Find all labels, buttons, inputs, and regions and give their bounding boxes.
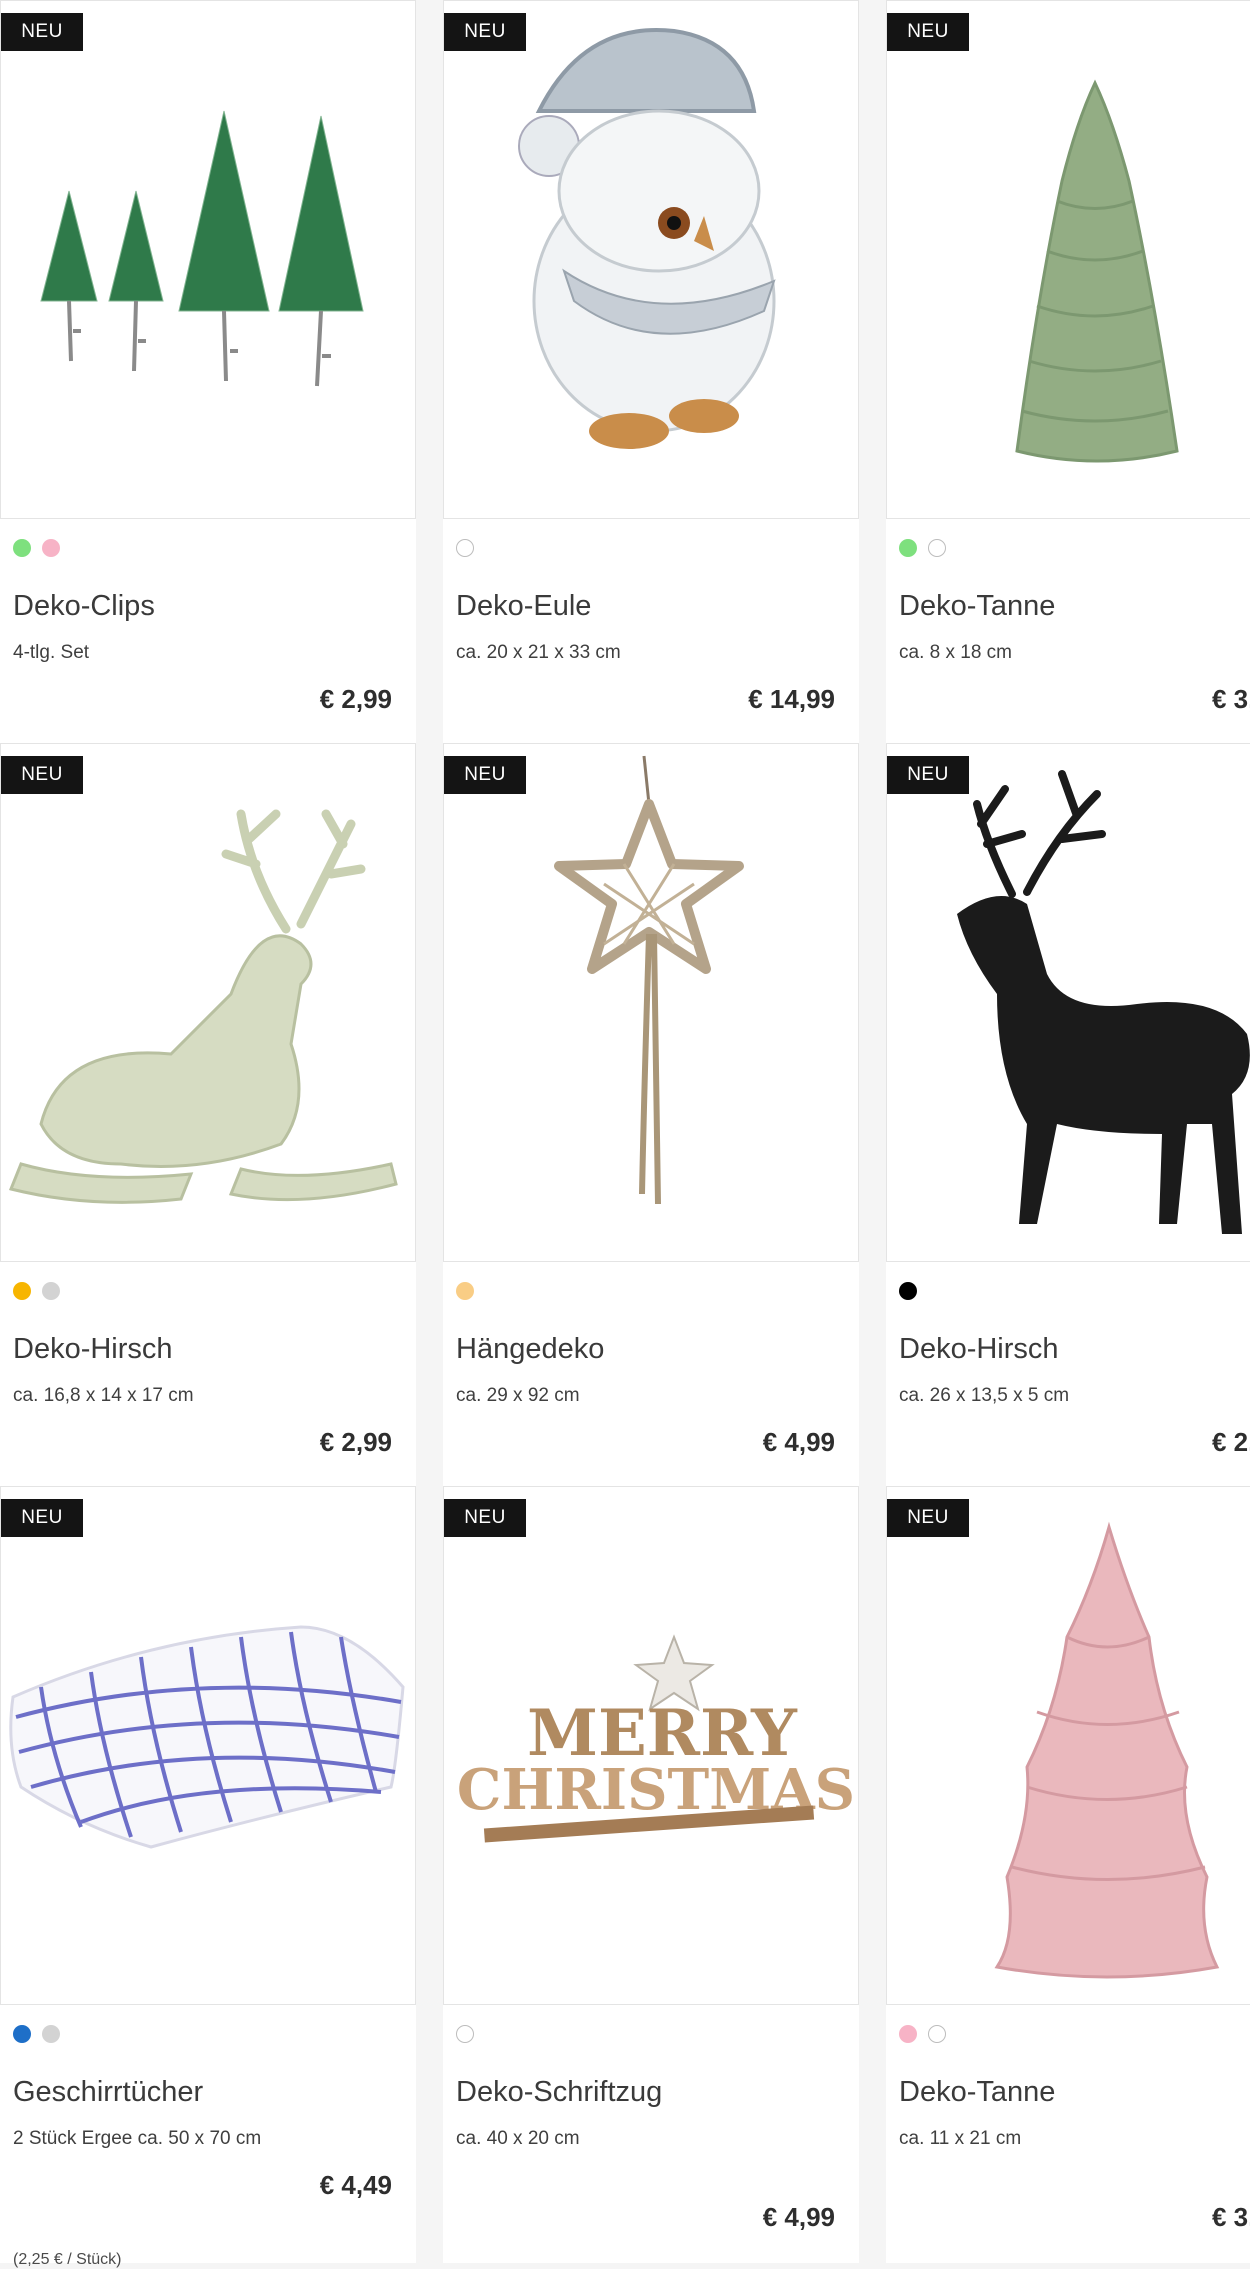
product-price: € 4,99 — [762, 1427, 835, 1457]
product-image[interactable]: NEU MERRY CHRISTMAS — [443, 1486, 859, 2005]
product-card[interactable]: NEU Hängedeko ca. 29 x 92 cm € 4,99 — [443, 743, 859, 1487]
product-card[interactable]: NEU Deko-Tanne ca. 11 x 21 cm € 3, — [886, 1486, 1250, 2263]
product-image[interactable]: NEU — [0, 0, 416, 519]
product-price: € 3, — [1212, 2202, 1250, 2232]
product-price: € 2,99 — [319, 1427, 392, 1457]
product-card[interactable]: NEU Deko-Tanne ca. 8 x 18 cm € 3, — [886, 0, 1250, 744]
product-image[interactable]: NEU — [0, 743, 416, 1262]
product-description: ca. 26 x 13,5 x 5 cm — [899, 1385, 1070, 1406]
product-image[interactable]: NEU — [0, 1486, 416, 2005]
product-name[interactable]: Deko-Tanne — [899, 2076, 1055, 2109]
swatch[interactable] — [899, 2025, 917, 2043]
new-badge: NEU — [444, 756, 526, 794]
product-description: ca. 16,8 x 14 x 17 cm — [13, 1385, 194, 1406]
product-description: 2 Stück Ergee ca. 50 x 70 cm — [13, 2128, 262, 2149]
swatch[interactable] — [13, 1282, 31, 1300]
product-description: ca. 20 x 21 x 33 cm — [456, 642, 621, 663]
new-badge: NEU — [1, 756, 83, 794]
product-card[interactable]: NEU Deko-Eule ca. 20 x 21 x 33 cm € 14,9… — [443, 0, 859, 744]
product-grid: NEU Deko-Clips 4-tlg. Set € 2,99 NEU Dek… — [0, 0, 1250, 2268]
swatch[interactable] — [42, 539, 60, 557]
swatch[interactable] — [456, 2025, 474, 2043]
unit-price: (2,25 € / Stück) — [13, 2251, 122, 2268]
checked-towels-icon — [9, 1625, 405, 1849]
product-card[interactable]: NEU Deko-Hirsch ca. 26 x 13,5 x 5 cm € 2… — [886, 743, 1250, 1487]
swatch[interactable] — [456, 1282, 474, 1300]
color-swatches — [13, 1282, 60, 1300]
new-badge: NEU — [887, 756, 969, 794]
swatch[interactable] — [42, 2025, 60, 2043]
color-swatches — [456, 539, 474, 557]
swatch[interactable] — [42, 1282, 60, 1300]
product-description: ca. 11 x 21 cm — [899, 2128, 1022, 2149]
product-card[interactable]: NEU Deko-Hirsch ca. 16,8 x 14 x 17 cm € … — [0, 743, 416, 1487]
product-image[interactable]: NEU — [443, 743, 859, 1262]
product-image[interactable]: NEU — [886, 743, 1250, 1262]
product-description: 4-tlg. Set — [13, 642, 90, 663]
product-name[interactable]: Hängedeko — [456, 1333, 604, 1366]
swatch[interactable] — [456, 539, 474, 557]
color-swatches — [899, 1282, 917, 1300]
swatch[interactable] — [899, 539, 917, 557]
product-description: ca. 29 x 92 cm — [456, 1385, 580, 1406]
merry-christmas-sign-icon: MERRY CHRISTMAS — [457, 1634, 855, 1843]
color-swatches — [13, 539, 60, 557]
swatch[interactable] — [13, 2025, 31, 2043]
swatch[interactable] — [13, 539, 31, 557]
product-name[interactable]: Deko-Tanne — [899, 590, 1055, 623]
product-name[interactable]: Deko-Hirsch — [13, 1333, 173, 1366]
product-image[interactable]: NEU — [443, 0, 859, 519]
color-swatches — [456, 1282, 474, 1300]
new-badge: NEU — [444, 1499, 526, 1537]
product-name[interactable]: Geschirrtücher — [13, 2076, 203, 2109]
black-deer-icon — [957, 770, 1250, 1234]
product-price: € 2,99 — [319, 684, 392, 714]
product-price: € 2, — [1212, 1427, 1250, 1457]
bottlebrush-trees-icon — [40, 110, 364, 387]
product-card[interactable]: NEU Deko-Clips 4-tlg. Set € 2,99 — [0, 0, 416, 744]
product-name[interactable]: Deko-Clips — [13, 590, 155, 623]
product-description: ca. 8 x 18 cm — [899, 642, 1012, 663]
product-name[interactable]: Deko-Eule — [456, 590, 591, 623]
new-badge: NEU — [1, 13, 83, 51]
new-badge: NEU — [444, 13, 526, 51]
product-price: € 4,49 — [319, 2170, 392, 2200]
product-card[interactable]: NEU MERRY CHRISTMAS Deko-Schriftzug ca. … — [443, 1486, 859, 2263]
ceramic-tree-green-icon — [1015, 79, 1179, 463]
product-name[interactable]: Deko-Hirsch — [899, 1333, 1059, 1366]
new-badge: NEU — [887, 1499, 969, 1537]
swatch[interactable] — [899, 1282, 917, 1300]
product-image[interactable]: NEU — [886, 1486, 1250, 2005]
swatch[interactable] — [928, 539, 946, 557]
new-badge: NEU — [887, 13, 969, 51]
product-card[interactable]: NEU Geschirrtücher 2 Stück Ergee ca. 50 … — [0, 1486, 416, 2268]
color-swatches — [13, 2025, 60, 2043]
owl-figurine-icon — [518, 28, 776, 449]
product-image[interactable]: NEU — [886, 0, 1250, 519]
reclining-deer-glitter-icon — [8, 809, 398, 1204]
product-name[interactable]: Deko-Schriftzug — [456, 2076, 662, 2109]
product-price: € 14,99 — [748, 684, 835, 714]
color-swatches — [899, 2025, 946, 2043]
color-swatches — [456, 2025, 474, 2043]
macrame-star-icon — [554, 755, 744, 1205]
ceramic-tree-pink-icon — [994, 1521, 1220, 1979]
product-price: € 4,99 — [762, 2202, 835, 2232]
product-description: ca. 40 x 20 cm — [456, 2128, 580, 2149]
color-swatches — [899, 539, 946, 557]
product-price: € 3, — [1212, 684, 1250, 714]
new-badge: NEU — [1, 1499, 83, 1537]
swatch[interactable] — [928, 2025, 946, 2043]
